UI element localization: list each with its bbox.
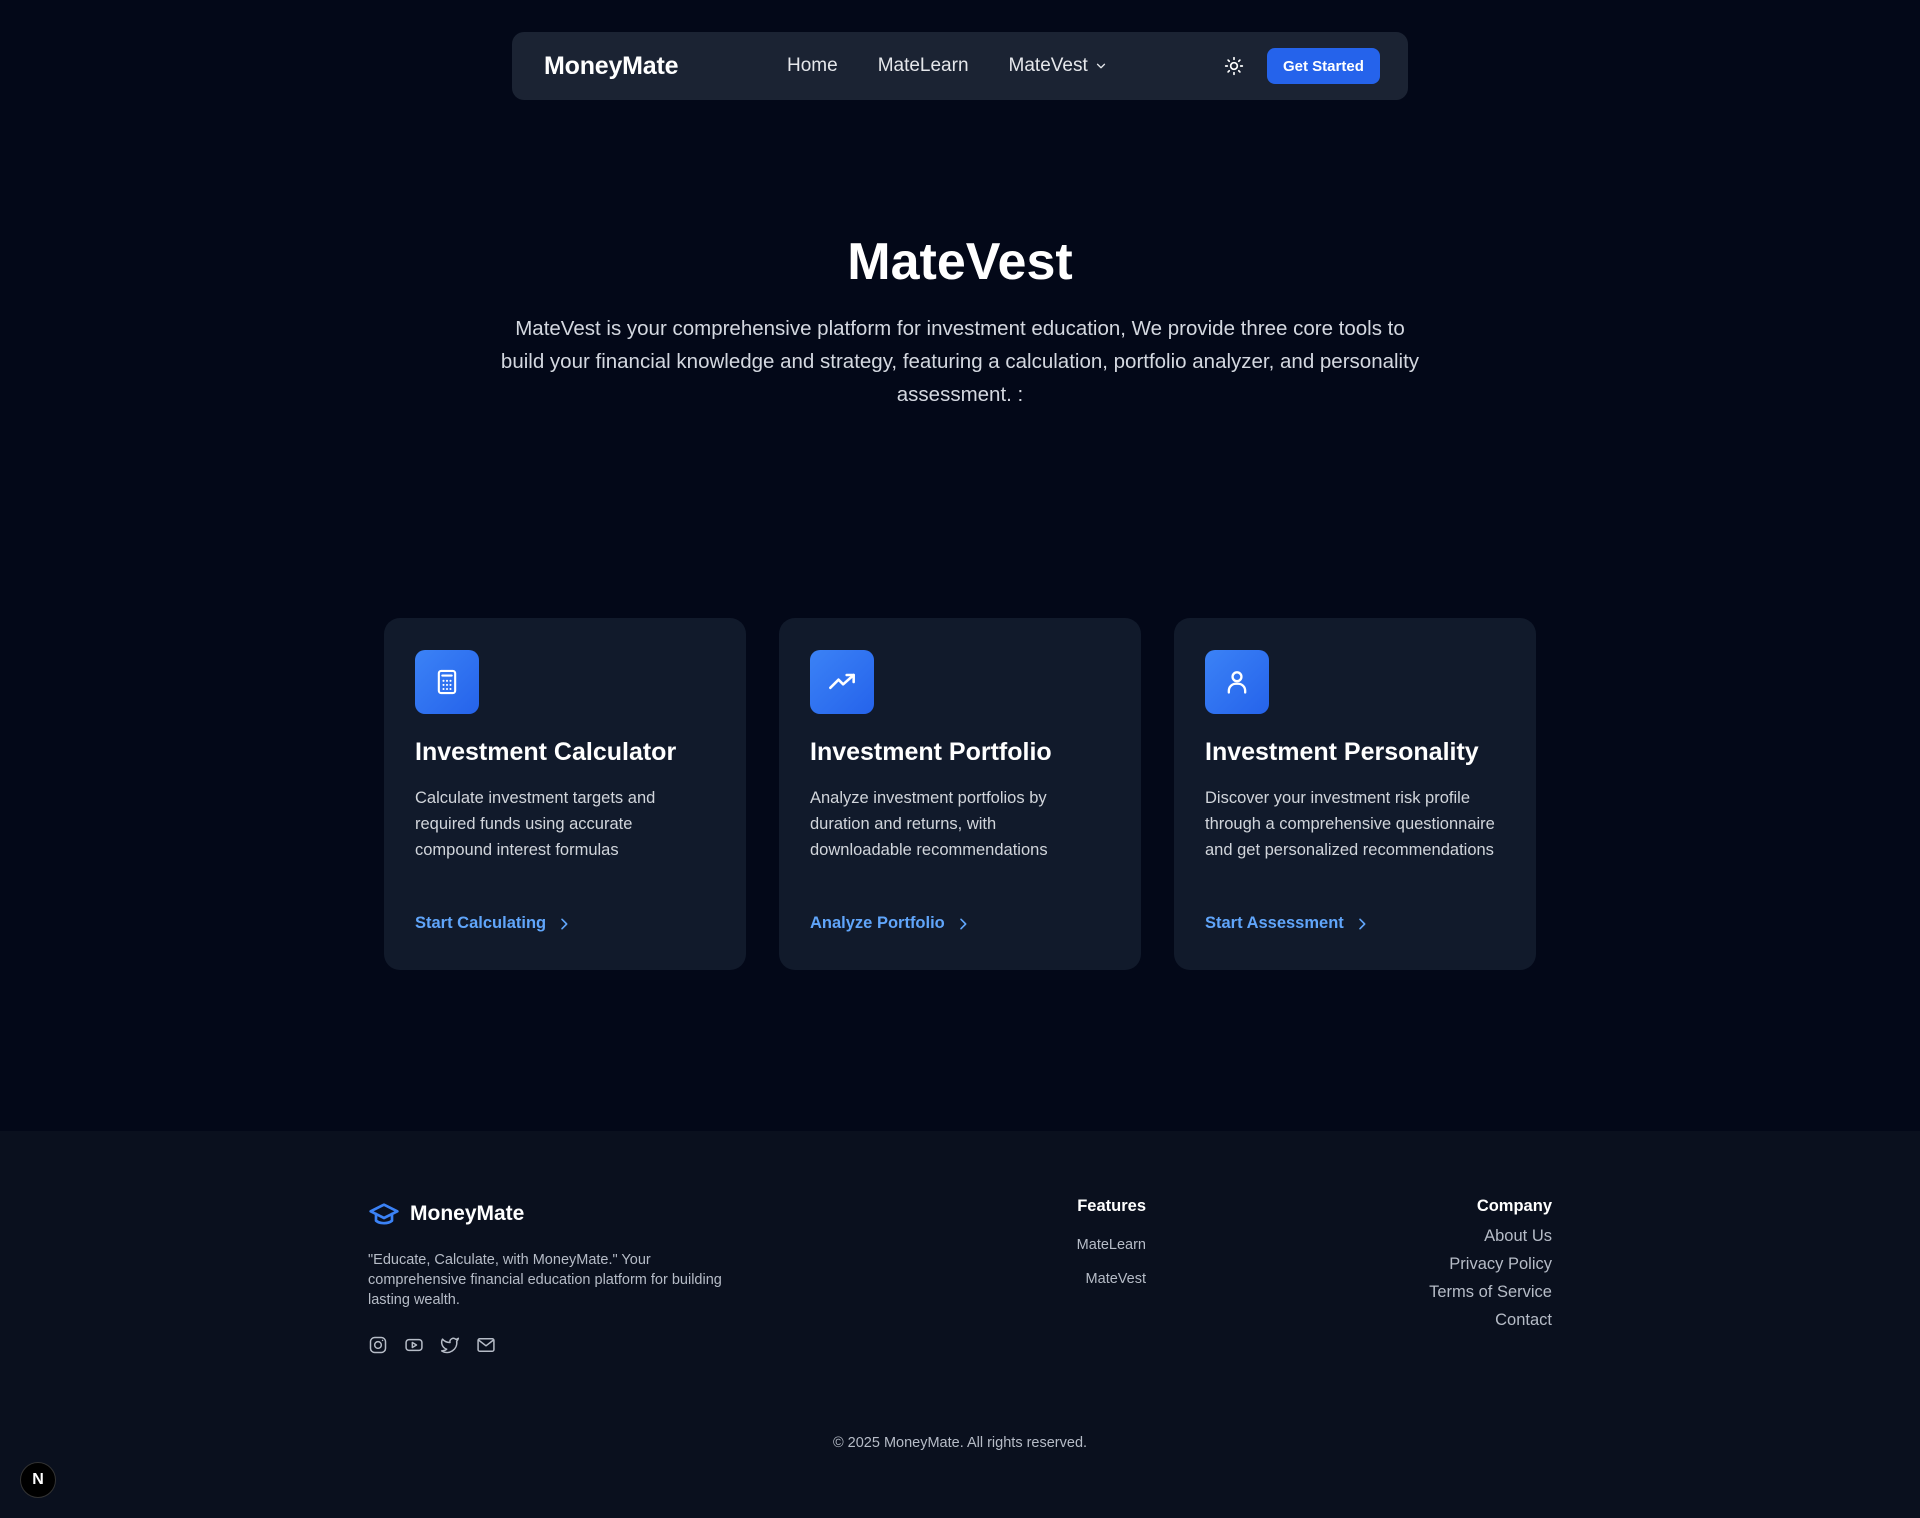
footer-tagline: "Educate, Calculate, with MoneyMate." Yo… xyxy=(368,1252,722,1308)
page-title: MateVest xyxy=(847,233,1073,291)
chevron-right-icon xyxy=(1358,918,1366,929)
card-title: Investment Calculator xyxy=(415,738,677,766)
card-investment-calculator: Investment Calculator Calculate investme… xyxy=(384,618,746,970)
card-description: Calculate investment targets and require… xyxy=(415,789,656,859)
brand-logo[interactable]: MoneyMate xyxy=(544,52,679,81)
card-description: Discover your investment risk profile th… xyxy=(1205,789,1495,859)
footer-features-heading: Features xyxy=(1077,1197,1146,1215)
card-investment-personality: Investment Personality Discover your inv… xyxy=(1174,618,1536,970)
mail-icon[interactable] xyxy=(476,1335,496,1355)
footer-link-privacy-policy[interactable]: Privacy Policy xyxy=(1429,1255,1552,1274)
get-started-button[interactable]: Get Started xyxy=(1267,48,1380,84)
nav-link-matelearn[interactable]: MateLearn xyxy=(878,55,969,77)
footer-link-about-us[interactable]: About Us xyxy=(1429,1227,1552,1246)
footer: MoneyMate "Educate, Calculate, with Mone… xyxy=(0,1131,1920,1518)
card-link-label: Analyze Portfolio xyxy=(810,914,945,932)
social-links xyxy=(368,1335,496,1355)
chevron-right-icon xyxy=(561,918,568,929)
footer-link-matevest[interactable]: MateVest xyxy=(1077,1271,1146,1287)
twitter-icon[interactable] xyxy=(440,1335,460,1355)
start-assessment-link[interactable]: Start Assessment xyxy=(1205,914,1370,933)
theme-toggle-button[interactable] xyxy=(1222,54,1246,78)
chevron-down-icon xyxy=(1096,63,1105,69)
footer-link-terms-of-service[interactable]: Terms of Service xyxy=(1429,1283,1552,1302)
footer-features-column: Features MateLearn MateVest xyxy=(1077,1197,1146,1287)
nav-link-matevest-label: MateVest xyxy=(1008,55,1088,76)
nextjs-dev-badge[interactable]: N xyxy=(20,1462,56,1498)
footer-company-heading: Company xyxy=(1476,1197,1552,1215)
footer-link-matelearn[interactable]: MateLearn xyxy=(1077,1237,1146,1253)
graduation-cap-icon xyxy=(369,1203,399,1225)
page: MoneyMate Home MateLearn MateVest Get St… xyxy=(0,0,1920,1518)
copyright-text: © 2025 MoneyMate. All rights reserved. xyxy=(832,1435,1088,1451)
hero-description: MateVest is your comprehensive platform … xyxy=(500,317,1420,406)
youtube-icon[interactable] xyxy=(404,1335,424,1355)
trending-up-icon xyxy=(829,673,855,690)
top-navbar: MoneyMate Home MateLearn MateVest Get St… xyxy=(512,32,1408,100)
chevron-right-icon xyxy=(959,918,967,929)
nav-link-home[interactable]: Home xyxy=(787,55,838,77)
nav-link-matevest[interactable]: MateVest xyxy=(1009,55,1108,77)
card-title: Investment Personality xyxy=(1205,738,1479,766)
card-investment-portfolio: Investment Portfolio Analyze investment … xyxy=(779,618,1141,970)
analyze-portfolio-link[interactable]: Analyze Portfolio xyxy=(810,914,971,933)
sun-icon xyxy=(1224,56,1244,76)
footer-brand[interactable]: MoneyMate xyxy=(368,1198,524,1230)
start-calculating-link[interactable]: Start Calculating xyxy=(415,914,572,933)
footer-company-column: Company About Us Privacy Policy Terms of… xyxy=(1429,1197,1552,1330)
card-link-label: Start Calculating xyxy=(415,914,547,932)
card-title: Investment Portfolio xyxy=(810,738,1052,766)
card-link-label: Start Assessment xyxy=(1205,914,1344,932)
calculator-icon xyxy=(437,669,457,695)
footer-link-contact[interactable]: Contact xyxy=(1429,1311,1552,1330)
user-icon xyxy=(1227,671,1247,694)
nav-links: Home MateLearn MateVest xyxy=(787,32,1108,100)
card-icon-box xyxy=(810,650,874,714)
footer-brand-name: MoneyMate xyxy=(410,1202,525,1225)
instagram-icon[interactable] xyxy=(368,1335,388,1355)
card-description: Analyze investment portfolios by duratio… xyxy=(810,789,1048,859)
card-icon-box xyxy=(415,650,479,714)
card-icon-box xyxy=(1205,650,1269,714)
feature-cards: Investment Calculator Calculate investme… xyxy=(384,618,1536,970)
